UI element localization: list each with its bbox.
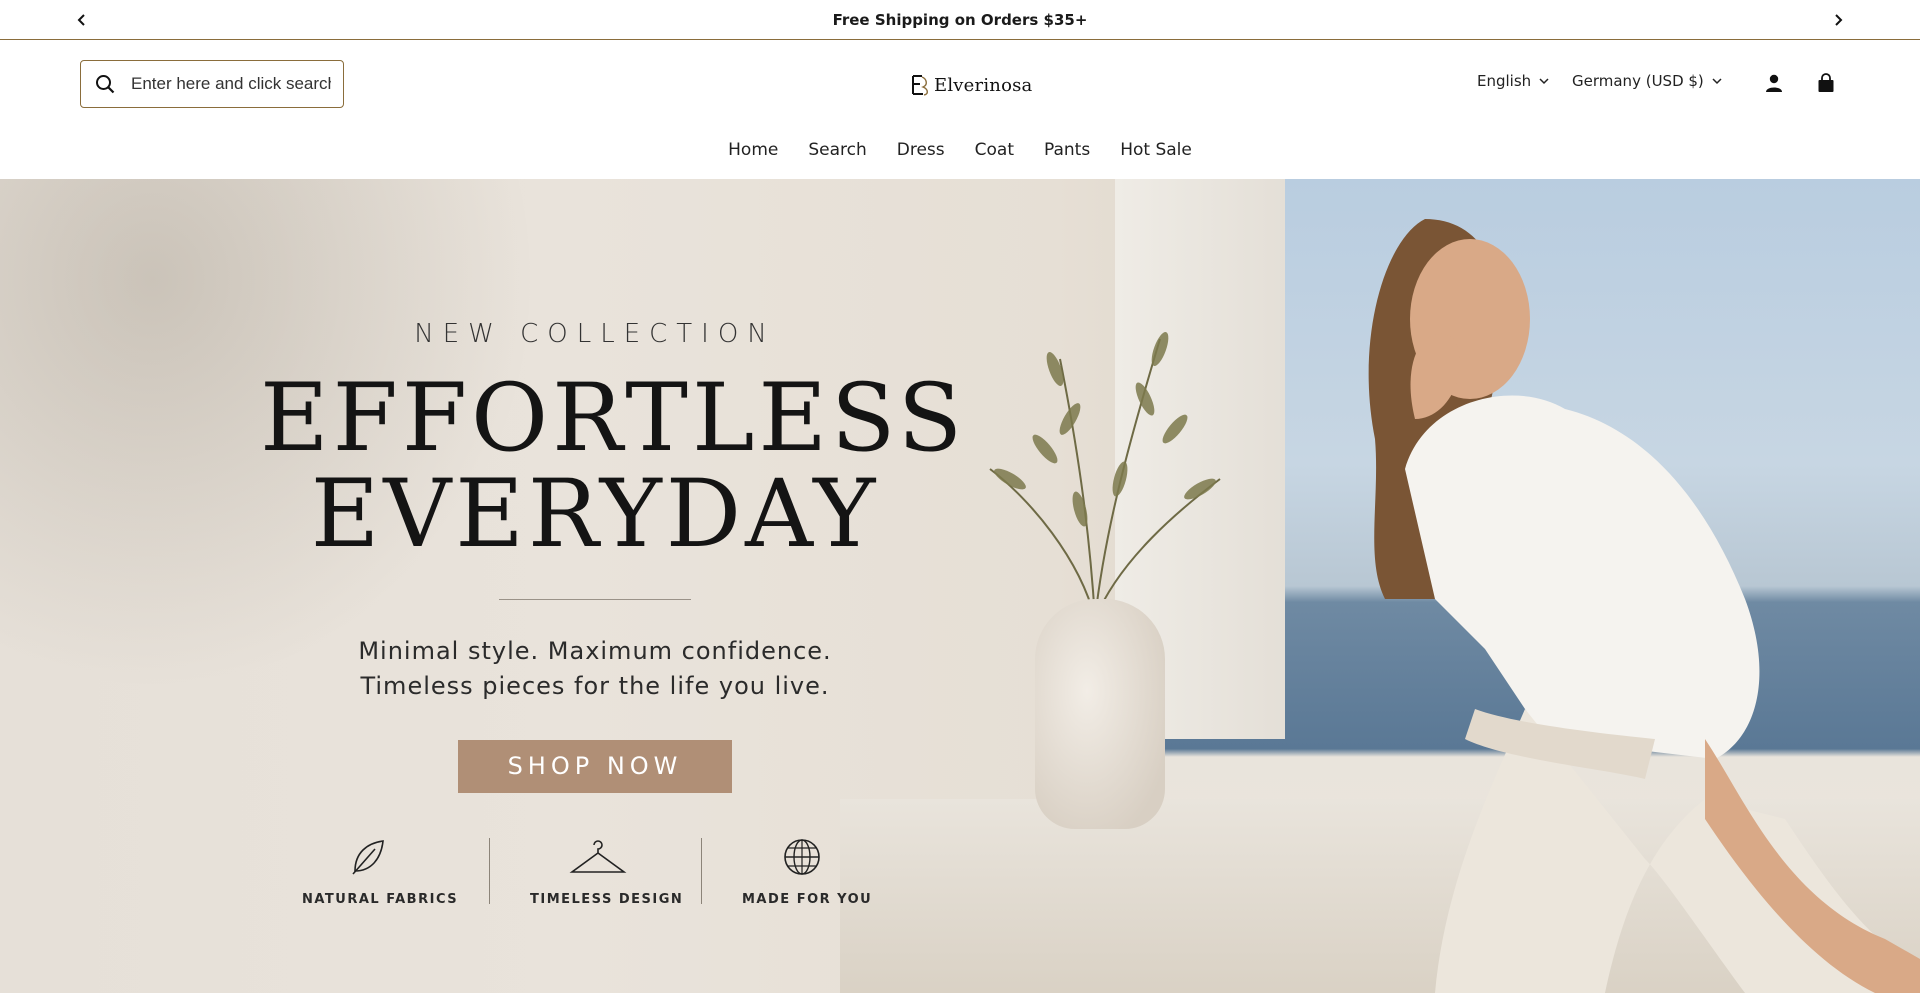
announcement-text: Free Shipping on Orders $35+ [832,10,1088,29]
vase-image [1035,599,1165,829]
nav-item-home[interactable]: Home [728,140,778,160]
language-selector[interactable]: English [1477,72,1549,90]
chevron-right-icon [1835,14,1843,26]
previous-announcement-button[interactable] [72,10,92,30]
chevron-left-icon [77,14,85,26]
chevron-down-icon [1539,78,1549,85]
hero-kicker: NEW COLLECTION [414,319,776,349]
shop-now-button[interactable]: SHOP NOW [458,740,732,793]
nav-item-search[interactable]: Search [808,140,866,160]
feature-divider [489,838,490,904]
country-selector[interactable]: Germany (USD $) [1572,72,1722,90]
headline-line-1: EFFORTLESS [260,364,967,473]
subtitle-line-1: Minimal style. Maximum confidence. [358,637,832,665]
search-icon[interactable] [95,73,117,95]
feature-label: NATURAL FABRICS [302,892,459,907]
main-nav: Home Search Dress Coat Pants Hot Sale [0,140,1920,160]
chevron-down-icon [1712,78,1722,85]
account-icon[interactable] [1763,72,1785,94]
hanger-icon [569,840,627,873]
nav-item-dress[interactable]: Dress [897,140,945,160]
announcement-bar: Free Shipping on Orders $35+ [0,0,1920,40]
country-label: Germany (USD $) [1572,72,1704,90]
logo-text: Elverinosa [934,74,1033,96]
logo[interactable]: Elverinosa [910,70,1032,100]
next-announcement-button[interactable] [1828,10,1848,30]
hero-headline: EFFORTLESS EVERYDAY [260,364,967,569]
feature-list: NATURAL FABRICS TIMELESS DESIGN MADE FOR… [302,834,882,914]
hero-divider [499,599,691,600]
feature-timeless-design: TIMELESS DESIGN [530,834,684,907]
nav-item-coat[interactable]: Coat [975,140,1014,160]
search-input[interactable] [131,74,331,94]
search-box[interactable] [80,60,344,108]
hero-subtitle: Minimal style. Maximum confidence. Timel… [260,634,930,704]
model-image [1368,219,1920,993]
language-label: English [1477,72,1532,90]
hero-banner[interactable]: NEW COLLECTION EFFORTLESS EVERYDAY Minim… [0,179,1920,993]
feature-label: TIMELESS DESIGN [530,892,684,907]
subtitle-line-2: Timeless pieces for the life you live. [360,672,830,700]
headline-line-2: EVERYDAY [310,460,880,569]
cart-icon[interactable] [1815,72,1837,94]
feature-divider [701,838,702,904]
nav-item-hot-sale[interactable]: Hot Sale [1120,140,1192,160]
feature-natural-fabrics: NATURAL FABRICS [302,834,459,907]
logo-mark-icon [912,75,928,96]
globe-icon [784,839,820,875]
nav-item-pants[interactable]: Pants [1044,140,1090,160]
feature-made-for-you: MADE FOR YOU [742,834,873,907]
feature-label: MADE FOR YOU [742,892,873,907]
leaf-icon [352,840,384,875]
hero-content: NEW COLLECTION EFFORTLESS EVERYDAY Minim… [260,319,967,793]
